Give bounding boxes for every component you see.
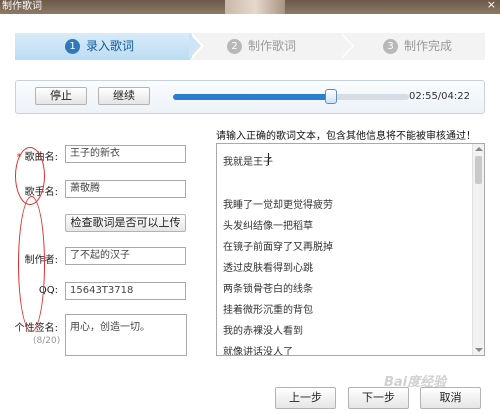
cancel-button[interactable]: 取消 <box>420 387 481 409</box>
step-label: 录入歌词 <box>86 39 135 53</box>
lyrics-scrollbar[interactable] <box>472 144 484 355</box>
signature-counter: (8/20) <box>33 336 61 346</box>
step-label: 制作完成 <box>404 39 453 53</box>
song-name-input[interactable]: 王子的新衣 <box>65 145 186 163</box>
progress-knob[interactable] <box>325 89 338 104</box>
producer-input[interactable]: 了不起的汉子 <box>65 247 186 265</box>
singer-input[interactable]: 萧敬腾 <box>65 180 186 198</box>
step-divider <box>340 33 352 59</box>
progress-fill <box>173 94 332 100</box>
continue-button[interactable]: 继续 <box>98 87 150 105</box>
step-enter-lyrics: 1 录入歌词 <box>65 33 134 60</box>
scrollbar-thumb[interactable] <box>475 156 482 184</box>
lyric-line: 头发纠结像一把稻草 <box>223 221 313 232</box>
window-title: 制作歌词 <box>2 1 42 12</box>
stop-button[interactable]: 停止 <box>35 87 87 105</box>
step-number: 3 <box>383 39 398 54</box>
qq-input[interactable]: 15643T3718 <box>65 282 186 300</box>
lyrics-textarea[interactable]: 我就是王子 我睡了一觉却更觉得疲劳 头发纠结像一把稻草 在镜子前面穿了又再脱掉 … <box>216 143 485 356</box>
step-number: 2 <box>227 39 242 54</box>
lyric-line: 在镜子前面穿了又再脱掉 <box>223 242 333 253</box>
step-indicator: 1 录入歌词 2 制作歌词 3 制作完成 <box>15 33 485 60</box>
lyric-line: 我的赤裸没人看到 <box>223 326 303 337</box>
audio-player: 停止 继续 02:55/04:22 <box>15 80 485 114</box>
annotation-circle <box>18 196 45 332</box>
lyric-line: 挂着微形沉重的背包 <box>223 305 313 316</box>
lyric-line: 透过皮肤看得到心跳 <box>223 263 313 274</box>
lyric-line: 我就是王子 <box>223 157 273 168</box>
lyrics-instruction: 请输入正确的歌词文本，包含其他信息将不能被审核通过！ <box>216 131 476 142</box>
close-icon[interactable]: × <box>487 0 496 11</box>
check-lyrics-button[interactable]: 检查歌词是否可以上传 <box>65 214 186 232</box>
step-number: 1 <box>65 39 80 54</box>
step-complete: 3 制作完成 <box>383 33 452 60</box>
progress-track[interactable] <box>173 94 409 100</box>
title-bar: 制作歌词 × <box>0 0 500 14</box>
lyric-line: 我睡了一觉却更觉得疲劳 <box>223 200 333 211</box>
lyric-line: 两条锁骨苍白的线条 <box>223 284 313 295</box>
text-caret <box>268 153 269 165</box>
step-label: 制作歌词 <box>248 39 297 53</box>
playback-time: 02:55/04:22 <box>408 91 470 102</box>
next-step-button[interactable]: 下一步 <box>348 387 409 409</box>
scroll-down-icon[interactable] <box>475 348 483 352</box>
step-make-lyrics: 2 制作歌词 <box>227 33 296 60</box>
step-divider <box>189 33 201 59</box>
prev-step-button[interactable]: 上一步 <box>275 387 336 409</box>
album-art-strip <box>225 0 285 14</box>
lyric-line: 就像讲话没人了 <box>223 347 293 356</box>
signature-textarea[interactable]: 用心，创造一切。 <box>65 314 187 356</box>
scroll-up-icon[interactable] <box>475 147 483 151</box>
